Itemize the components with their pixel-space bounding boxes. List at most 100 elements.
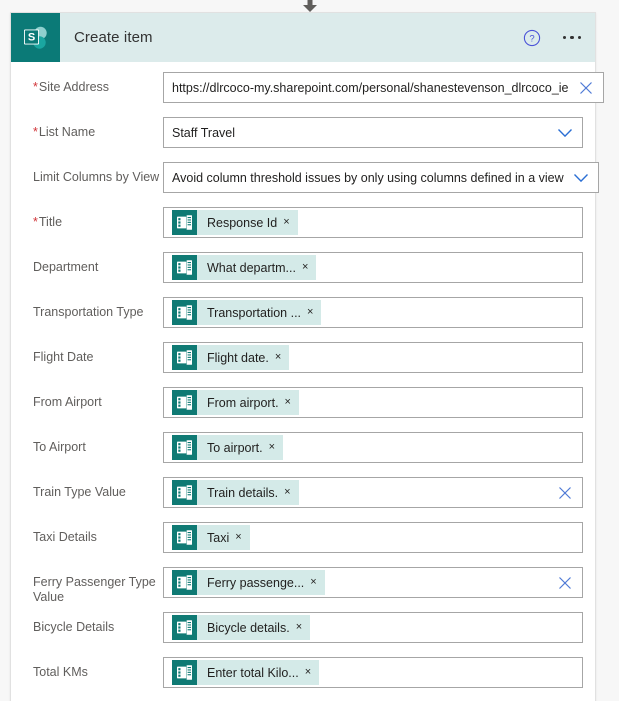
text-field[interactable]: Avoid column threshold issues by only us…	[163, 162, 599, 193]
token-label: From airport.	[207, 395, 279, 410]
field-row: Transportation Type Transportation ... ×	[23, 297, 583, 337]
microsoft-forms-icon	[172, 390, 197, 415]
microsoft-forms-icon	[172, 525, 197, 550]
svg-text:?: ?	[529, 33, 534, 44]
field-label: Department	[23, 252, 163, 275]
token-field[interactable]: Bicycle details. ×	[163, 612, 583, 643]
token-label: What departm...	[207, 260, 296, 275]
field-label-text: To Airport	[33, 440, 86, 454]
dynamic-content-token[interactable]: Transportation ... ×	[172, 300, 322, 325]
field-label-text: Taxi Details	[33, 530, 97, 544]
dynamic-content-token[interactable]: Response Id ×	[172, 210, 298, 235]
dynamic-content-token[interactable]: To airport. ×	[172, 435, 284, 460]
microsoft-forms-icon	[172, 210, 197, 235]
token-remove-icon[interactable]: ×	[305, 667, 319, 678]
field-label-text: Site Address	[38, 80, 110, 94]
field-label: *List Name	[23, 117, 163, 140]
field-row: Department What departm... ×	[23, 252, 583, 292]
token-remove-icon[interactable]: ×	[285, 397, 299, 408]
field-value: https://dlrcoco-my.sharepoint.com/person…	[172, 80, 569, 95]
dynamic-content-token[interactable]: Ferry passenge... ×	[172, 570, 325, 595]
ellipsis-icon[interactable]	[561, 32, 584, 44]
field-row: Train Type Value Train details. ×	[23, 477, 583, 517]
action-title: Create item	[74, 29, 153, 46]
close-icon[interactable]	[557, 575, 573, 591]
svg-text:S: S	[27, 31, 34, 43]
field-label-text: Title	[38, 215, 63, 229]
field-label: *Title	[23, 207, 163, 230]
field-row: Bicycle Details Bicycle details. ×	[23, 612, 583, 652]
field-label-text: Bicycle Details	[33, 620, 115, 634]
field-row: *Title Response Id ×	[23, 207, 583, 247]
field-row: Ferry Passenger Type Value Ferry passenge…	[23, 567, 583, 607]
help-circle-icon[interactable]: ?	[523, 29, 541, 47]
required-asterisk: *	[33, 125, 38, 139]
token-remove-icon[interactable]: ×	[283, 217, 297, 228]
field-row: Flight Date Flight date. ×	[23, 342, 583, 382]
chevron-down-icon[interactable]	[557, 127, 573, 138]
token-field[interactable]: Enter total Kilo... ×	[163, 657, 583, 688]
dynamic-content-token[interactable]: What departm... ×	[172, 255, 317, 280]
token-field[interactable]: From airport. ×	[163, 387, 583, 418]
field-label-text: Train Type Value	[33, 485, 126, 499]
dynamic-content-token[interactable]: Enter total Kilo... ×	[172, 660, 320, 685]
token-field[interactable]: Train details. ×	[163, 477, 583, 508]
field-label-text: Flight Date	[33, 350, 94, 364]
text-field[interactable]: Staff Travel	[163, 117, 583, 148]
field-row: *List Name Staff Travel	[23, 117, 583, 157]
token-field[interactable]: Flight date. ×	[163, 342, 583, 373]
token-remove-icon[interactable]: ×	[284, 487, 298, 498]
close-icon[interactable]	[557, 485, 573, 501]
field-label: Limit Columns by View	[23, 162, 163, 185]
field-row: *Site Address https://dlrcoco-my.sharepoi…	[23, 72, 604, 112]
token-field[interactable]: Ferry passenge... ×	[163, 567, 583, 598]
field-label: Ferry Passenger Type Value	[23, 567, 163, 605]
action-fields-list: *Site Address https://dlrcoco-my.sharepoi…	[11, 62, 604, 701]
field-row: Limit Columns by View Avoid column thresh…	[23, 162, 599, 202]
token-remove-icon[interactable]: ×	[307, 307, 321, 318]
token-remove-icon[interactable]: ×	[275, 352, 289, 363]
create-item-action-card-screen: S Create item ? *Site Address https://dlr…	[0, 0, 619, 701]
field-label: From Airport	[23, 387, 163, 410]
token-field[interactable]: Response Id ×	[163, 207, 583, 238]
dynamic-content-token[interactable]: Train details. ×	[172, 480, 299, 505]
field-label: *Site Address	[23, 72, 163, 95]
token-label: Transportation ...	[207, 305, 302, 320]
token-label: Taxi	[207, 530, 230, 545]
field-label: Train Type Value	[23, 477, 163, 500]
required-asterisk: *	[33, 215, 38, 229]
field-label: Bicycle Details	[23, 612, 163, 635]
token-label: To airport.	[207, 440, 263, 455]
token-remove-icon[interactable]: ×	[235, 532, 249, 543]
dynamic-content-token[interactable]: From airport. ×	[172, 390, 299, 415]
token-field[interactable]: To airport. ×	[163, 432, 583, 463]
token-remove-icon[interactable]: ×	[302, 262, 316, 273]
token-remove-icon[interactable]: ×	[269, 442, 283, 453]
field-label-text: List Name	[38, 125, 96, 139]
token-field[interactable]: What departm... ×	[163, 252, 583, 283]
token-label: Bicycle details.	[207, 620, 290, 635]
chevron-down-icon[interactable]	[573, 172, 589, 183]
token-label: Response Id	[207, 215, 278, 230]
field-label-text: Department	[33, 260, 99, 274]
close-icon[interactable]	[578, 80, 594, 96]
text-field[interactable]: https://dlrcoco-my.sharepoint.com/person…	[163, 72, 604, 103]
field-row: Taxi Details Taxi ×	[23, 522, 583, 562]
token-field[interactable]: Taxi ×	[163, 522, 583, 553]
field-label: Total KMs	[23, 657, 163, 680]
field-label-text: Transportation Type	[33, 305, 144, 319]
field-label: Taxi Details	[23, 522, 163, 545]
token-remove-icon[interactable]: ×	[310, 577, 324, 588]
dynamic-content-token[interactable]: Taxi ×	[172, 525, 250, 550]
token-remove-icon[interactable]: ×	[296, 622, 310, 633]
dynamic-content-token[interactable]: Bicycle details. ×	[172, 615, 311, 640]
flow-connector-arrow	[0, 0, 619, 12]
token-field[interactable]: Transportation ... ×	[163, 297, 583, 328]
microsoft-forms-icon	[172, 660, 197, 685]
microsoft-forms-icon	[172, 435, 197, 460]
token-label: Enter total Kilo...	[207, 665, 299, 680]
down-arrow-icon	[302, 0, 317, 12]
token-label: Ferry passenge...	[207, 575, 305, 590]
dynamic-content-token[interactable]: Flight date. ×	[172, 345, 290, 370]
microsoft-forms-icon	[172, 345, 197, 370]
